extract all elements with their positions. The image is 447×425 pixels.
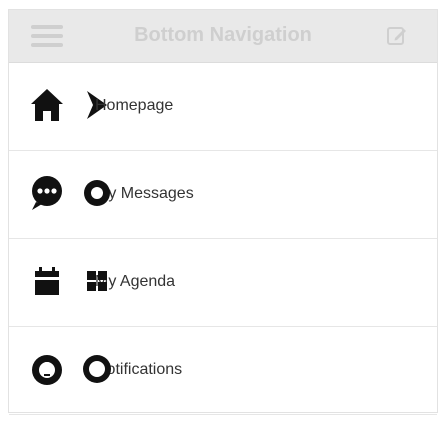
nav-item-label: Homepage — [95, 97, 174, 114]
nav-item-homepage[interactable]: Homepage — [9, 63, 437, 151]
top-bar: Bottom Navigation — [9, 10, 437, 63]
bell-icon — [32, 355, 62, 385]
chat-bubble-icon — [32, 176, 62, 210]
nav-item-notifications[interactable]: Notifications — [9, 327, 437, 415]
circle-icon — [84, 180, 110, 206]
edit-icon[interactable] — [385, 24, 409, 48]
home-icon — [31, 89, 63, 121]
app-frame: Bottom Navigation Homepage My Messages M… — [8, 9, 438, 415]
calendar-icon — [35, 267, 59, 295]
ring-icon — [83, 355, 111, 383]
grid-icon — [87, 271, 107, 291]
page-title: Bottom Navigation — [134, 24, 312, 46]
nav-item-my-messages[interactable]: My Messages — [9, 151, 437, 239]
navigation-list: Homepage My Messages My Agenda Notificat… — [9, 63, 437, 415]
nav-item-my-agenda[interactable]: My Agenda — [9, 239, 437, 327]
